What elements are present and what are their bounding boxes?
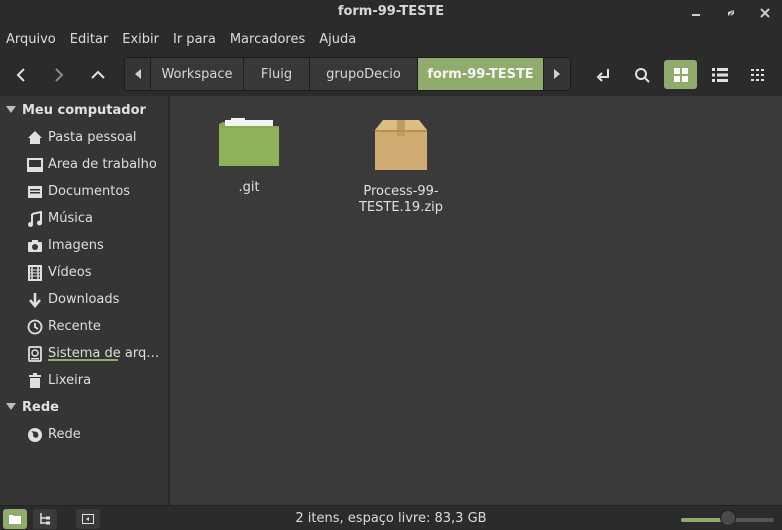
arrow-right-icon: [55, 67, 64, 82]
sidebar-item-label: Rede: [48, 427, 81, 442]
file-item-zip[interactable]: Process-99-TESTE.19.zip: [346, 116, 456, 216]
section-title: Rede: [22, 399, 59, 415]
drive-icon: [25, 345, 45, 362]
documents-icon: [25, 185, 45, 199]
breadcrumb-form-99-teste[interactable]: form-99-TESTE: [418, 58, 544, 90]
camera-icon: [25, 239, 45, 253]
film-icon: [25, 264, 45, 281]
menu-bar: Arquivo Editar Exibir Ir para Marcadores…: [0, 26, 782, 53]
triangle-right-icon: [554, 69, 560, 79]
sidebar-item-label: Vídeos: [48, 265, 92, 280]
globe-icon: [25, 427, 45, 443]
breadcrumb-scroll-left[interactable]: [125, 58, 151, 90]
sidebar-item-label: Downloads: [48, 292, 120, 307]
menu-marcadores[interactable]: Marcadores: [224, 32, 313, 47]
sidebar-section-meu-computador[interactable]: Meu computador: [0, 97, 146, 123]
location-toggle-button[interactable]: [586, 60, 619, 89]
title-bar[interactable]: form-99-TESTE: [0, 0, 782, 26]
file-name: .git: [238, 180, 260, 195]
compact-view-button[interactable]: [742, 60, 775, 89]
minimize-icon: [692, 14, 700, 16]
list-view-button[interactable]: [703, 60, 736, 89]
sidebar-item-imagens[interactable]: Imagens: [0, 232, 168, 259]
clock-icon: [25, 319, 45, 335]
arrow-left-icon: [16, 67, 25, 82]
sidebar-item-label: Imagens: [48, 238, 104, 253]
sidebar-item-downloads[interactable]: Downloads: [0, 286, 168, 313]
maximize-icon: [728, 10, 734, 16]
return-arrow-icon: [596, 68, 609, 82]
zoom-slider-handle[interactable]: [719, 510, 736, 526]
minimize-button[interactable]: [683, 0, 709, 26]
maximize-button[interactable]: [718, 0, 744, 26]
list-icon: [711, 67, 728, 82]
folder-icon: [219, 118, 279, 166]
breadcrumb-grupodecio[interactable]: grupoDecio: [310, 58, 418, 90]
sidebar-item-label: Música: [48, 211, 93, 226]
close-icon: [760, 8, 770, 18]
sidebar-item-label: Recente: [48, 319, 101, 334]
sidebar-item-label: Documentos: [48, 184, 131, 199]
triangle-down-icon: [6, 106, 16, 113]
trash-icon: [25, 372, 45, 389]
breadcrumb-scroll-right[interactable]: [544, 58, 570, 90]
sidebar-item-lixeira[interactable]: Lixeira: [0, 367, 168, 394]
arrow-up-icon: [91, 70, 105, 79]
compact-grid-icon: [750, 68, 764, 81]
sidebar-item-musica[interactable]: Música: [0, 205, 168, 232]
sidebar-item-rede[interactable]: Rede: [0, 421, 168, 448]
file-view[interactable]: .git Process-99-TESTE.19.zip: [170, 96, 782, 505]
section-title: Meu computador: [22, 102, 146, 118]
home-icon: [25, 130, 45, 145]
status-bar: 2 itens, espaço livre: 83,3 GB: [0, 505, 782, 530]
icon-view-button[interactable]: [664, 60, 697, 89]
sidebar-item-pasta-pessoal[interactable]: Pasta pessoal: [0, 124, 168, 151]
sidebar-item-documentos[interactable]: Documentos: [0, 178, 168, 205]
triangle-down-icon: [6, 403, 16, 410]
desktop-icon: [25, 157, 45, 172]
sidebar-item-sistema-de-arquivos[interactable]: Sistema de arquivos: [0, 340, 168, 367]
sidebar-item-label: Pasta pessoal: [48, 130, 137, 145]
sidebar-item-label: Lixeira: [48, 373, 92, 388]
status-text: 2 itens, espaço livre: 83,3 GB: [295, 511, 487, 526]
disk-usage-bar: [48, 359, 118, 361]
menu-editar[interactable]: Editar: [64, 32, 117, 47]
breadcrumb: Workspace Fluig grupoDecio form-99-TESTE: [124, 57, 571, 91]
sidebar-item-label: Área de trabalho: [48, 157, 157, 172]
search-icon: [634, 67, 650, 83]
window-title: form-99-TESTE: [337, 4, 445, 19]
forward-button[interactable]: [44, 60, 74, 89]
breadcrumb-workspace[interactable]: Workspace: [151, 58, 244, 90]
file-item-git[interactable]: .git: [194, 116, 304, 196]
up-button[interactable]: [83, 60, 113, 89]
archive-box-icon: [375, 120, 427, 170]
file-name: Process-99-TESTE.19.zip: [358, 184, 444, 215]
menu-ir-para[interactable]: Ir para: [167, 32, 224, 47]
sidebar-item-videos[interactable]: Vídeos: [0, 259, 168, 286]
close-button[interactable]: [752, 0, 778, 26]
music-icon: [25, 210, 45, 227]
triangle-left-icon: [134, 69, 141, 79]
download-icon: [25, 292, 45, 308]
sidebar-item-recente[interactable]: Recente: [0, 313, 168, 340]
breadcrumb-fluig[interactable]: Fluig: [244, 58, 310, 90]
menu-exibir[interactable]: Exibir: [116, 32, 167, 47]
search-button[interactable]: [625, 60, 658, 89]
sidebar-item-area-de-trabalho[interactable]: Área de trabalho: [0, 151, 168, 178]
menu-ajuda[interactable]: Ajuda: [313, 32, 364, 47]
back-button[interactable]: [6, 60, 36, 89]
grid-icon: [673, 67, 688, 82]
sidebar: Meu computador Pasta pessoal Área de tra…: [0, 96, 169, 505]
sidebar-section-rede[interactable]: Rede: [0, 394, 59, 420]
menu-arquivo[interactable]: Arquivo: [0, 32, 64, 47]
